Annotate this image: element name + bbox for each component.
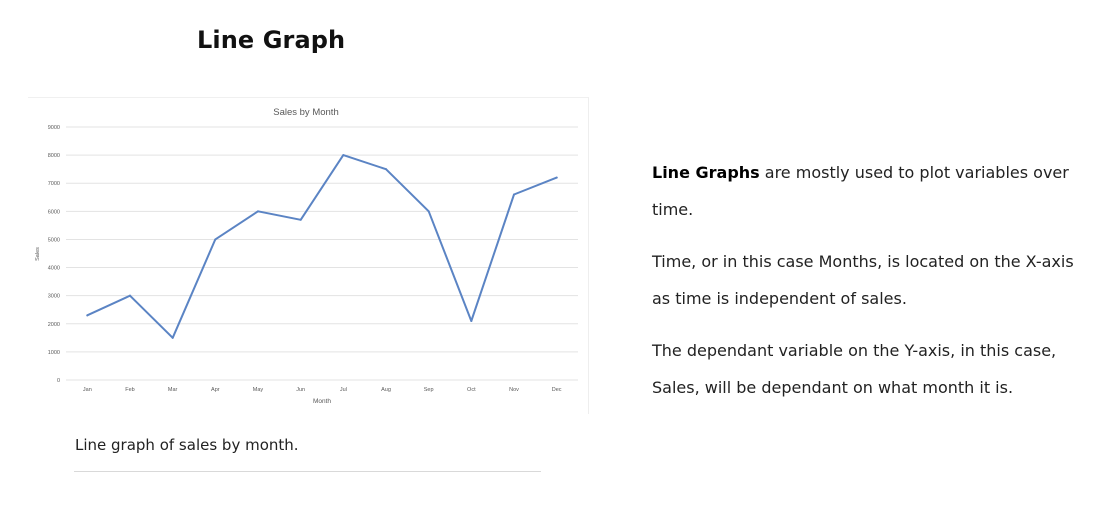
data-point <box>470 319 473 322</box>
y-axis-label: Sales <box>35 247 41 261</box>
x-tick-label: Sep <box>424 387 434 393</box>
data-point <box>214 238 217 241</box>
data-point <box>342 154 345 157</box>
x-tick-label: May <box>253 387 264 393</box>
description-paragraph-2: Time, or in this case Months, is located… <box>652 252 1074 308</box>
x-tick-label: Aug <box>381 387 391 393</box>
x-axis-label: Month <box>313 398 331 405</box>
x-tick-label: Feb <box>125 387 134 393</box>
chart-canvas: Sales by Month 0 1000 2000 3000 4000 5000 6000… <box>35 107 578 405</box>
x-tick-labels: Jan Feb Mar Apr May Jun Jul Aug Sep Oct Nov Dec <box>83 387 562 393</box>
x-tick-label: Jun <box>296 387 305 393</box>
y-tick-label: 9000 <box>48 125 60 131</box>
x-tick-label: Mar <box>168 387 178 393</box>
x-tick-label: Jul <box>340 387 347 393</box>
chart-caption: Line graph of sales by month. <box>75 436 299 454</box>
description-paragraph-3: The dependant variable on the Y-axis, in… <box>652 341 1057 397</box>
series-layer <box>86 154 558 339</box>
data-point <box>129 294 131 297</box>
data-point <box>385 168 387 171</box>
y-tick-label: 7000 <box>48 181 60 187</box>
data-point <box>171 336 174 339</box>
x-tick-label: Apr <box>211 387 220 393</box>
data-point <box>513 193 515 196</box>
data-point <box>299 218 302 221</box>
gridlines <box>66 126 578 381</box>
description-paragraph-1: Line Graphs are mostly used to plot vari… <box>652 155 1092 228</box>
page-title: Line Graph <box>197 26 346 54</box>
caption-divider <box>74 471 541 472</box>
data-point <box>427 210 430 213</box>
line-chart: Sales by Month 0 1000 2000 3000 4000 5000 6000… <box>28 97 589 414</box>
data-point <box>555 176 558 179</box>
y-tick-label: 6000 <box>48 209 60 215</box>
y-tick-label: 0 <box>57 378 60 384</box>
description-text: Line Graphs are mostly used to plot vari… <box>652 155 1092 422</box>
y-tick-label: 8000 <box>48 153 60 159</box>
y-tick-label: 1000 <box>48 350 60 356</box>
y-tick-label: 2000 <box>48 322 60 328</box>
data-point <box>257 210 259 213</box>
sales-series-line <box>86 154 558 339</box>
x-tick-label: Dec <box>552 387 562 393</box>
x-tick-label: Nov <box>509 387 519 393</box>
y-tick-label: 4000 <box>48 266 60 272</box>
x-tick-label: Jan <box>83 387 92 393</box>
y-tick-label: 5000 <box>48 237 60 243</box>
y-tick-label: 3000 <box>48 294 60 300</box>
chart-title: Sales by Month <box>273 107 338 118</box>
description-bold-term: Line Graphs <box>652 163 760 182</box>
x-tick-label: Oct <box>467 387 476 393</box>
y-tick-labels: 0 1000 2000 3000 4000 5000 6000 7000 8000 9000 <box>48 125 60 384</box>
data-point <box>86 314 89 317</box>
